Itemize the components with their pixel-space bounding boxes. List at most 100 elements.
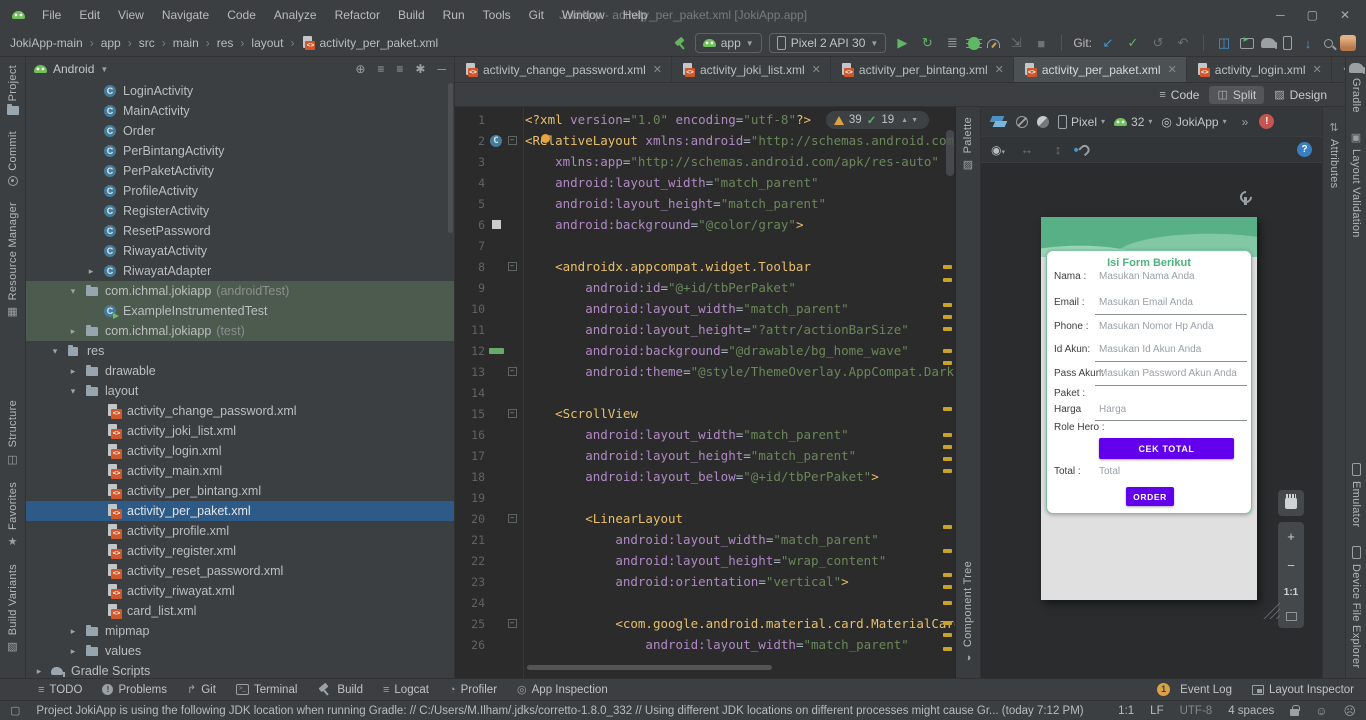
warning-stripe-mark[interactable] — [943, 349, 952, 353]
toolwindow-tab[interactable]: Build Variants ▧ — [7, 564, 19, 653]
toolwindow-tab[interactable]: Structure ◫ — [7, 400, 19, 465]
pan-tool-button[interactable] — [1278, 490, 1304, 516]
stop-button[interactable]: ■ — [1032, 36, 1050, 51]
menu-item[interactable]: Refactor — [326, 5, 389, 25]
collapse-all-icon[interactable]: ≡ — [396, 62, 403, 76]
palette-tab[interactable]: Palette ▨ — [962, 117, 974, 171]
warning-stripe-mark[interactable] — [943, 303, 952, 307]
warning-stripe-mark[interactable] — [943, 633, 952, 637]
tree-row[interactable]: activity_joki_list.xml — [26, 421, 454, 441]
lock-icon[interactable] — [1290, 705, 1300, 716]
expand-all-icon[interactable]: ≡ — [377, 62, 384, 76]
git-commit-icon[interactable]: ✓ — [1124, 35, 1142, 51]
toolwindow-toggle-icon[interactable]: ▢ — [10, 704, 20, 717]
code-line[interactable]: 13− android:theme="@style/ThemeOverlay.A… — [455, 361, 955, 382]
code-line[interactable]: 12 android:background="@drawable/bg_home… — [455, 340, 955, 361]
order-button[interactable]: ORDER — [1126, 487, 1174, 506]
attributes-tab[interactable]: ⇅ Attributes — [1328, 121, 1340, 188]
status-widget[interactable]: LF — [1150, 705, 1163, 717]
issue-badge[interactable]: ! — [1259, 114, 1275, 129]
menu-item[interactable]: Navigate — [153, 5, 218, 25]
hide-panel-icon[interactable]: ─ — [437, 62, 446, 76]
locate-file-icon[interactable]: ⊕ — [355, 62, 365, 76]
gradle-sync-icon[interactable] — [1261, 38, 1277, 49]
editor-hscrollbar[interactable] — [527, 665, 772, 670]
close-tab-icon[interactable]: ✕ — [653, 63, 662, 76]
warning-stripe-mark[interactable] — [943, 457, 952, 461]
close-tab-icon[interactable]: ✕ — [1168, 63, 1177, 76]
debug-button[interactable] — [966, 36, 983, 50]
design-surface-icon[interactable] — [990, 115, 1007, 128]
color-swatch-icon[interactable] — [488, 347, 504, 354]
fold-icon[interactable]: − — [507, 409, 517, 418]
fold-icon[interactable]: − — [507, 619, 517, 628]
breadcrumb-item[interactable]: JokiApp-main — [10, 36, 101, 50]
code-line[interactable]: 10 android:layout_width="match_parent" — [455, 298, 955, 319]
visibility-icon[interactable] — [1016, 115, 1028, 128]
toolwindow-button[interactable]: ◔ Profiler — [449, 682, 497, 697]
run-configuration-select[interactable]: app ▼ — [694, 33, 762, 53]
view-mode-button[interactable]: ◫ Split — [1209, 85, 1265, 104]
code-line[interactable]: 26 android:layout_width="match_parent" — [455, 634, 955, 655]
device-select[interactable]: Pixel 2 API 30 ▼ — [768, 33, 887, 53]
chevron-icon[interactable]: ▾ — [66, 286, 80, 297]
editor-tab[interactable]: activity_login.xml ✕ — [1187, 57, 1332, 82]
warning-stripe-mark[interactable] — [943, 469, 952, 473]
code-line[interactable]: 9 android:id="@+id/tbPerPaket" — [455, 277, 955, 298]
warning-stripe-mark[interactable] — [943, 525, 952, 529]
autoconnect-magnet-icon[interactable] — [1078, 142, 1092, 157]
code-line[interactable]: 8− <androidx.appcompat.widget.Toolbar — [455, 256, 955, 277]
help-icon[interactable]: ? — [1297, 142, 1312, 157]
tree-row[interactable]: ExampleInstrumentedTest — [26, 301, 454, 321]
warning-stripe-mark[interactable] — [943, 433, 952, 437]
pan-vertical-icon[interactable]: ↕ — [1049, 142, 1067, 157]
tree-row[interactable]: PerBintangActivity — [26, 141, 454, 161]
menu-item[interactable]: View — [109, 5, 153, 25]
menu-item[interactable]: Run — [434, 5, 474, 25]
code-line[interactable]: 23 android:orientation="vertical"> — [455, 571, 955, 592]
code-line[interactable]: 17 android:layout_height="match_parent" — [455, 445, 955, 466]
code-line[interactable]: 21 android:layout_width="match_parent" — [455, 529, 955, 550]
breadcrumb-item[interactable]: app — [101, 36, 139, 50]
toolwindow-tab[interactable]: Device File Explorer — [1350, 545, 1362, 668]
warning-stripe-mark[interactable] — [943, 445, 952, 449]
tree-row[interactable]: ▾ res — [26, 341, 454, 361]
code-line[interactable]: 19 — [455, 487, 955, 508]
breadcrumb-item[interactable]: layout — [251, 36, 301, 50]
device-manager-icon[interactable] — [1283, 36, 1292, 50]
menu-item[interactable]: Build — [389, 5, 434, 25]
apply-code-changes-icon[interactable]: ≣ — [943, 35, 961, 51]
tree-row[interactable]: activity_per_paket.xml — [26, 501, 454, 521]
api-dropdown[interactable]: 32 ▾ — [1114, 115, 1152, 129]
breadcrumb-item[interactable]: main — [173, 36, 217, 50]
toolwindow-button[interactable]: >_ Terminal — [235, 682, 297, 697]
tree-row[interactable]: activity_riwayat.xml — [26, 581, 454, 601]
git-history-icon[interactable]: ↺ — [1149, 35, 1167, 51]
maximize-button[interactable]: ▢ — [1307, 8, 1318, 22]
tree-row[interactable]: ▸ RiwayatAdapter — [26, 261, 454, 281]
tree-row[interactable]: ProfileActivity — [26, 181, 454, 201]
tree-row[interactable]: activity_reset_password.xml — [26, 561, 454, 581]
code-line[interactable]: 2 C − <RelativeLayout xmlns:android="http:/… — [455, 130, 955, 151]
wrench-icon[interactable] — [1239, 191, 1251, 205]
warning-stripe-mark[interactable] — [943, 315, 952, 319]
chevron-icon[interactable]: ▾ — [66, 386, 80, 397]
tree-row[interactable]: ResetPassword — [26, 221, 454, 241]
tree-row[interactable]: activity_main.xml — [26, 461, 454, 481]
close-button[interactable]: ✕ — [1340, 8, 1350, 22]
tree-row[interactable]: Order — [26, 121, 454, 141]
project-view-selector[interactable]: Android — [53, 62, 94, 76]
chevron-icon[interactable]: ▾ — [48, 346, 62, 357]
menu-item[interactable]: Edit — [70, 5, 109, 25]
git-rollback-icon[interactable]: ↶ — [1174, 35, 1192, 51]
editor-tab[interactable]: activity_joki_list.xml ✕ — [672, 57, 831, 82]
zoom-out-button[interactable]: − — [1287, 558, 1295, 573]
toolwindow-button[interactable]: ≡ TODO — [38, 682, 82, 697]
breadcrumb-item[interactable]: src — [139, 36, 173, 50]
toolwindow-tab[interactable]: Emulator — [1350, 463, 1362, 528]
minimize-button[interactable]: ─ — [1276, 8, 1285, 22]
view-options-eye-icon[interactable]: ◉▾ — [991, 143, 1005, 157]
component-tree-tab[interactable]: Component Tree ◑ — [962, 561, 974, 664]
warning-stripe-mark[interactable] — [943, 621, 952, 625]
tree-row[interactable]: ▸ values — [26, 641, 454, 661]
